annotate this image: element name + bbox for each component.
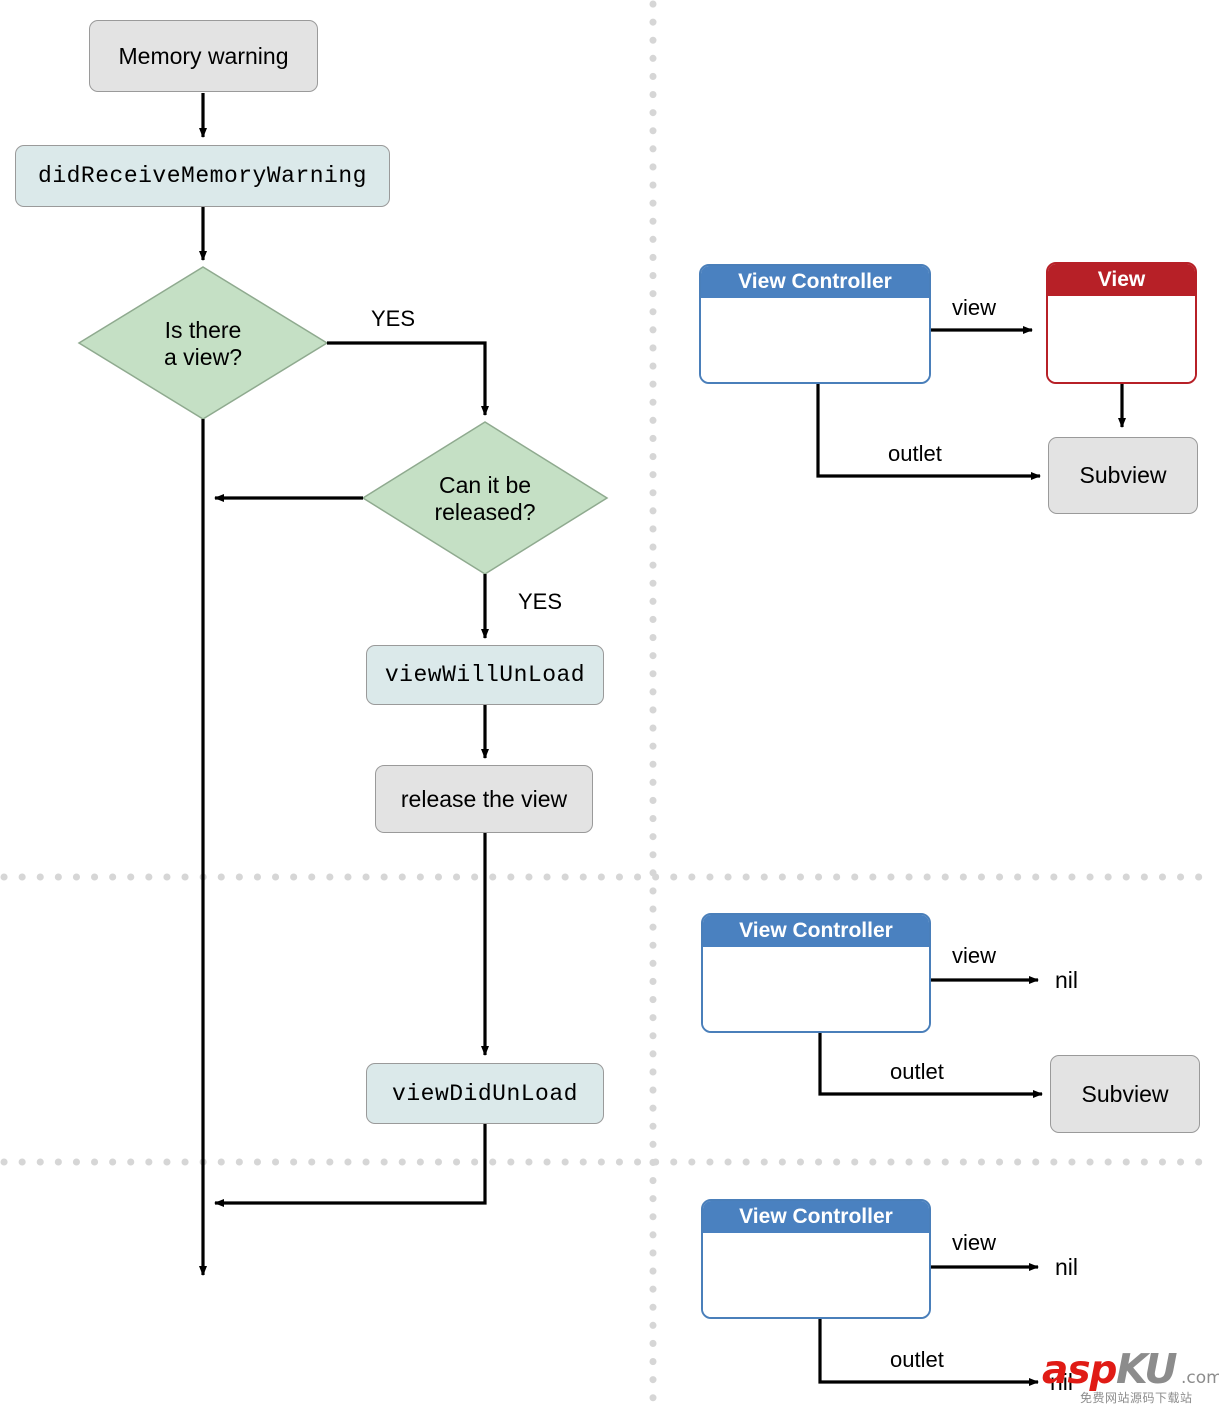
- panel3-outlet-target-nil: nil: [1050, 1369, 1074, 1395]
- decision-is-there-a-view: [77, 266, 329, 420]
- panel3-view-edge-label: view: [952, 1230, 997, 1255]
- decision-can-it-be-released: [361, 421, 609, 575]
- node-memory-warning: Memory warning: [89, 20, 318, 92]
- node-view-will-unload: viewWillUnLoad: [366, 645, 604, 705]
- panel2-view-edge-label: view: [952, 943, 997, 968]
- node-memory-warning-label: Memory warning: [118, 42, 289, 69]
- panel1-view-box: View: [1046, 262, 1197, 384]
- panel2-outlet-edge-label: outlet: [890, 1059, 944, 1084]
- node-view-did-unload-label: viewDidUnLoad: [392, 1080, 578, 1107]
- panel2-view-controller-box: View Controller: [701, 913, 931, 1033]
- panel1-view-controller-title: View Controller: [701, 266, 929, 298]
- diagram-canvas: Memory warning didReceiveMemoryWarning I…: [0, 0, 1219, 1409]
- node-did-receive-memory-warning-label: didReceiveMemoryWarning: [38, 163, 367, 189]
- panel2-view-controller-title: View Controller: [703, 915, 929, 947]
- panel2-subview-box: Subview: [1050, 1055, 1200, 1133]
- edge-label-yes-is-there-a-view: YES: [371, 306, 416, 331]
- panel3-view-controller-box: View Controller: [701, 1199, 931, 1319]
- panel3-outlet-edge-label: outlet: [890, 1347, 944, 1372]
- panel3-view-controller-title: View Controller: [703, 1201, 929, 1233]
- panel1-view-edge-label: view: [952, 295, 997, 320]
- connector-layer: [0, 0, 1219, 1409]
- node-release-the-view-label: release the view: [400, 785, 568, 812]
- panel1-view-controller-body: [701, 298, 929, 382]
- panel2-view-controller-body: [703, 947, 929, 1031]
- node-view-did-unload: viewDidUnLoad: [366, 1063, 604, 1124]
- panel2-subview-label: Subview: [1081, 1080, 1169, 1107]
- panel3-view-controller-body: [703, 1233, 929, 1317]
- panel1-outlet-edge-label: outlet: [888, 441, 942, 466]
- edge-isthereaview-yes-to-canitbereleased: [327, 341, 489, 416]
- panel1-view-body: [1048, 296, 1195, 382]
- panel1-subview-box: Subview: [1048, 437, 1198, 514]
- node-view-will-unload-label: viewWillUnLoad: [384, 662, 586, 688]
- node-release-the-view: release the view: [375, 765, 593, 833]
- panel2-view-target-nil: nil: [1055, 967, 1079, 993]
- edge-label-yes-can-it-be-released: YES: [518, 589, 563, 614]
- panel1-view-controller-box: View Controller: [699, 264, 931, 384]
- node-did-receive-memory-warning: didReceiveMemoryWarning: [15, 145, 390, 207]
- panel1-subview-label: Subview: [1079, 462, 1167, 488]
- panel1-view-title: View: [1048, 264, 1195, 296]
- panel3-view-target-nil: nil: [1055, 1254, 1079, 1280]
